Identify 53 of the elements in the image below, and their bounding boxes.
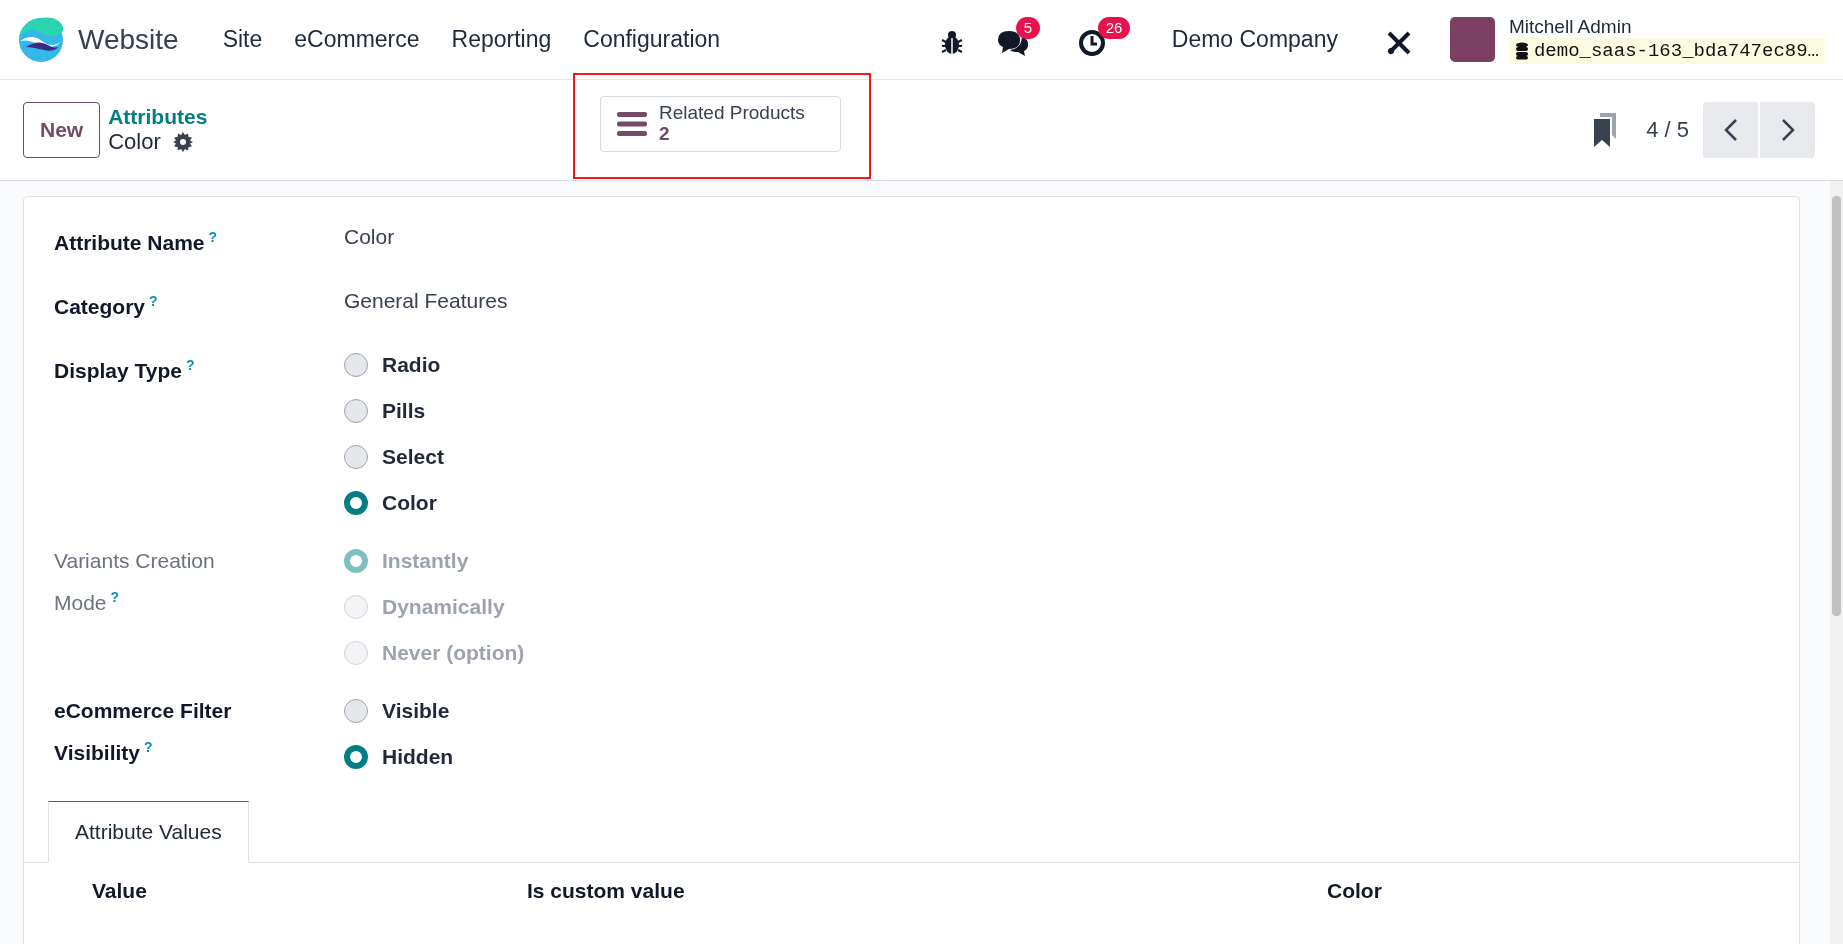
clock-icon (1077, 28, 1106, 57)
field-value[interactable]: General Features (344, 283, 1769, 325)
bug-icon (939, 29, 964, 56)
menu-item[interactable]: eCommerce (278, 26, 436, 53)
company-switcher[interactable]: Demo Company (1165, 25, 1344, 54)
logo-icon[interactable] (18, 16, 64, 63)
bookmarks-icon[interactable] (1592, 113, 1619, 147)
field-label: Attribute Name $^{?}$ (54, 228, 219, 256)
pager-value[interactable]: 4 / 5 (1646, 117, 1689, 143)
record-title: Color (108, 129, 161, 155)
menu-item[interactable]: Reporting (435, 26, 568, 53)
count-badge: 5 (1015, 16, 1041, 39)
menu-item[interactable]: Configuration (567, 26, 737, 53)
gear-icon[interactable] (172, 132, 193, 152)
messages-button[interactable]: 5 (981, 16, 1064, 63)
radio-button[interactable] (344, 399, 368, 423)
field-label: Display Type $^{?}$ (54, 356, 196, 384)
field-label: eCommerce Filter Visibility $^{?}$ (54, 698, 233, 766)
radio-button[interactable] (344, 353, 368, 377)
new-button[interactable]: New (23, 102, 101, 158)
count-badge: 26 (1097, 16, 1131, 39)
user-name[interactable]: Mitchell Admin (1508, 15, 1825, 38)
radio-label[interactable]: Hidden (382, 739, 454, 775)
tab[interactable]: Attribute Values (48, 801, 249, 863)
breadcrumb-link[interactable]: Attributes (108, 105, 208, 129)
app-title[interactable]: Website (78, 23, 179, 56)
radio-button[interactable] (344, 699, 368, 723)
menu-item[interactable]: Site (206, 26, 279, 53)
database-name: demo_saas-163_bda747ec89… (1508, 37, 1825, 64)
chevron-right-icon (1780, 118, 1795, 142)
next-button[interactable] (1760, 102, 1815, 158)
database-icon (1514, 41, 1529, 60)
column-header[interactable]: Color (1327, 879, 1799, 903)
chevron-left-icon (1723, 118, 1738, 142)
activities-button[interactable]: 26 (1063, 16, 1140, 63)
radio-button[interactable] (344, 445, 368, 469)
radio-label[interactable]: Radio (382, 347, 441, 383)
previous-button[interactable] (1703, 102, 1758, 158)
radio-button[interactable] (344, 491, 368, 515)
radio-label[interactable]: Visible (382, 693, 450, 729)
radio-label[interactable]: Color (382, 485, 437, 521)
column-header[interactable]: Value (92, 879, 527, 903)
related-products-button[interactable]: Related Products 2 (600, 96, 841, 152)
radio-label[interactable]: Pills (382, 393, 426, 429)
list-icon (617, 111, 647, 137)
column-header[interactable]: Is custom value (527, 879, 1327, 903)
field-label: Category $^{?}$ (54, 292, 159, 320)
radio-button[interactable] (344, 745, 368, 769)
field-label: Variants Creation Mode $^{?}$ (54, 548, 216, 616)
radio-label[interactable]: Select (382, 439, 444, 475)
field-value[interactable]: Color (344, 219, 1769, 261)
avatar-placeholder[interactable] (1449, 17, 1495, 62)
scroll-bar[interactable] (1830, 181, 1843, 944)
